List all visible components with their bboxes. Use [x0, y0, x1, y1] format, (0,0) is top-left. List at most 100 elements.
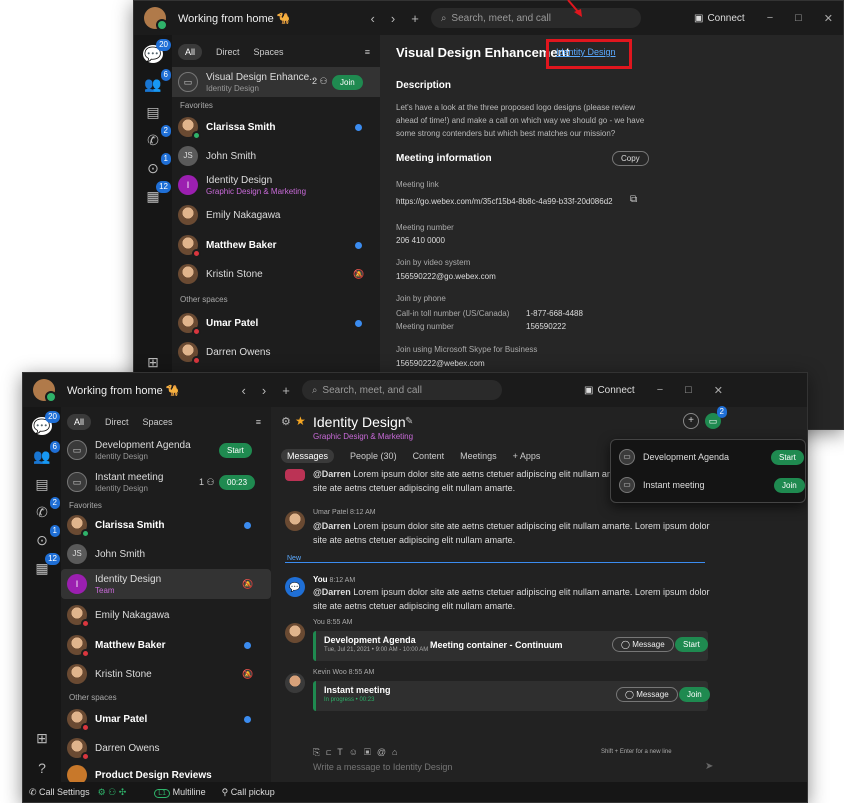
- teams-icon[interactable]: 👥 6: [32, 441, 60, 465]
- list-item-emily[interactable]: Emily Nakagawa: [61, 601, 271, 629]
- list-item-matthew[interactable]: Matthew Baker: [61, 631, 271, 659]
- start-button[interactable]: Start: [219, 443, 252, 458]
- status-text[interactable]: Working from home 🐪: [67, 384, 180, 397]
- mention-icon[interactable]: @: [377, 747, 392, 757]
- tab-meetings[interactable]: Meetings: [460, 451, 497, 461]
- apps-icon[interactable]: ⊞: [143, 353, 163, 371]
- back-filter-tabs: All Direct Spaces ≡: [172, 39, 380, 65]
- join-button[interactable]: Join: [679, 687, 710, 702]
- list-item-darren[interactable]: Darren Owens: [61, 734, 271, 762]
- user-avatar[interactable]: [33, 379, 57, 403]
- tab-spaces[interactable]: Spaces: [254, 47, 284, 57]
- format-icon[interactable]: T: [337, 747, 349, 757]
- avatar: [178, 342, 201, 365]
- join-button[interactable]: Join: [332, 75, 363, 90]
- teams-icon[interactable]: 👥 6: [143, 69, 171, 93]
- meeting-link[interactable]: https://go.webex.com/m/35cf15b4-8b8c-4a9…: [396, 197, 613, 206]
- contacts-icon[interactable]: ▤: [143, 103, 163, 121]
- team-link[interactable]: Identity Design: [556, 47, 616, 57]
- list-item-identity[interactable]: I Identity Design Graphic Design & Marketi…: [172, 171, 380, 199]
- voicemail-icon[interactable]: ⊙ 1: [143, 153, 171, 177]
- edit-icon[interactable]: ✎: [405, 416, 413, 427]
- list-item-darren[interactable]: Darren Owens: [172, 338, 380, 366]
- meetings-icon[interactable]: ▦ 12: [143, 181, 171, 205]
- forward-arrow-icon[interactable]: ›: [391, 11, 395, 26]
- tab-apps[interactable]: + Apps: [513, 451, 541, 461]
- mute-icon: 🔕: [242, 579, 254, 589]
- list-item-clarissa[interactable]: Clarissa Smith: [61, 511, 271, 539]
- tab-all[interactable]: All: [67, 414, 92, 430]
- minimize-icon[interactable]: −: [657, 384, 663, 396]
- call-pickup-button[interactable]: ⚲ Call pickup: [222, 787, 275, 798]
- send-icon[interactable]: ➤: [705, 761, 713, 772]
- filter-icon[interactable]: ≡: [365, 47, 370, 57]
- status-text[interactable]: Working from home 🐪: [178, 12, 291, 25]
- popup-start-button[interactable]: Start: [771, 450, 804, 465]
- meeting-card-development-agenda[interactable]: Development Agenda Tue, Jul 21, 2021 • 9…: [313, 631, 708, 661]
- message-button[interactable]: ◯ Message: [612, 637, 674, 652]
- gif-icon[interactable]: ▣: [364, 747, 377, 757]
- avatar: [285, 673, 305, 693]
- meeting-timer[interactable]: 00:23: [219, 475, 256, 490]
- plus-icon[interactable]: +: [411, 11, 419, 26]
- calls-icon[interactable]: ✆ 2: [143, 125, 171, 149]
- start-button[interactable]: Start: [675, 637, 708, 652]
- list-item-umar[interactable]: Umar Patel: [61, 705, 271, 733]
- forward-arrow-icon[interactable]: ›: [262, 383, 266, 398]
- screenshot-icon[interactable]: ⊏: [326, 747, 337, 757]
- list-item-matthew[interactable]: Matthew Baker: [172, 231, 380, 259]
- list-item-identity[interactable]: I Identity Design Team: [61, 569, 271, 599]
- help-icon[interactable]: ?: [32, 759, 52, 777]
- maximize-icon[interactable]: □: [795, 12, 802, 24]
- messaging-icon[interactable]: 💬 20: [32, 411, 60, 435]
- call-settings-button[interactable]: ✆ Call Settings: [29, 787, 90, 798]
- meetings-icon[interactable]: ▦ 12: [32, 553, 60, 577]
- list-item-clarissa[interactable]: Clarissa Smith: [172, 113, 380, 141]
- user-avatar[interactable]: [144, 7, 168, 31]
- close-icon[interactable]: ✕: [824, 12, 833, 25]
- maximize-icon[interactable]: □: [685, 384, 692, 396]
- add-icon[interactable]: +: [683, 413, 699, 429]
- voicemail-icon[interactable]: ⊙ 1: [32, 525, 60, 549]
- settings-icon[interactable]: ⚙: [281, 415, 291, 428]
- filter-icon[interactable]: ≡: [256, 417, 261, 427]
- messaging-icon[interactable]: 💬 20: [143, 39, 171, 63]
- whiteboard-icon[interactable]: ⌂: [392, 747, 403, 757]
- attach-icon[interactable]: ⎘: [313, 747, 326, 757]
- close-icon[interactable]: ✕: [714, 384, 723, 397]
- search-input[interactable]: ⌕ Search, meet, and call: [430, 8, 641, 28]
- meetings-join-icon[interactable]: ▭ 2: [705, 406, 727, 429]
- back-arrow-icon[interactable]: ‹: [242, 383, 246, 398]
- tab-content[interactable]: Content: [413, 451, 445, 461]
- copy-icon[interactable]: ⧉: [630, 194, 637, 205]
- list-item-kristin[interactable]: Kristin Stone: [172, 260, 380, 288]
- connect-button[interactable]: ▣ Connect: [584, 385, 635, 396]
- list-item-john[interactable]: JS John Smith: [61, 540, 271, 568]
- connect-button[interactable]: ▣ Connect: [694, 13, 745, 24]
- emoji-icon[interactable]: ☺: [349, 747, 364, 757]
- list-item-kristin[interactable]: Kristin Stone: [61, 660, 271, 688]
- star-icon[interactable]: ★: [295, 414, 306, 428]
- apps-icon[interactable]: ⊞: [32, 729, 52, 747]
- search-input[interactable]: ⌕ Search, meet, and call: [301, 380, 502, 400]
- copy-button[interactable]: Copy: [612, 151, 649, 166]
- tab-direct[interactable]: Direct: [105, 417, 129, 427]
- popup-join-button[interactable]: Join: [774, 478, 805, 493]
- list-item-john[interactable]: JS John Smith: [172, 142, 380, 170]
- minimize-icon[interactable]: −: [767, 12, 773, 24]
- message-input[interactable]: [313, 759, 683, 775]
- list-item-umar[interactable]: Umar Patel: [172, 309, 380, 337]
- plus-icon[interactable]: +: [282, 383, 290, 398]
- contacts-icon[interactable]: ▤: [32, 475, 52, 493]
- tab-people[interactable]: People (30): [350, 451, 397, 461]
- message-button[interactable]: ◯ Message: [616, 687, 678, 702]
- tab-direct[interactable]: Direct: [216, 47, 240, 57]
- back-arrow-icon[interactable]: ‹: [371, 11, 375, 26]
- meeting-card-instant-meeting[interactable]: Instant meeting In progress • 00:23 ◯ Me…: [313, 681, 710, 711]
- tab-all[interactable]: All: [178, 44, 203, 60]
- tab-spaces[interactable]: Spaces: [143, 417, 173, 427]
- list-item-emily[interactable]: Emily Nakagawa: [172, 201, 380, 229]
- tab-messages[interactable]: Messages: [281, 449, 335, 463]
- multiline-button[interactable]: L1 Multiline: [154, 787, 206, 798]
- calls-icon[interactable]: ✆ 2: [32, 497, 60, 521]
